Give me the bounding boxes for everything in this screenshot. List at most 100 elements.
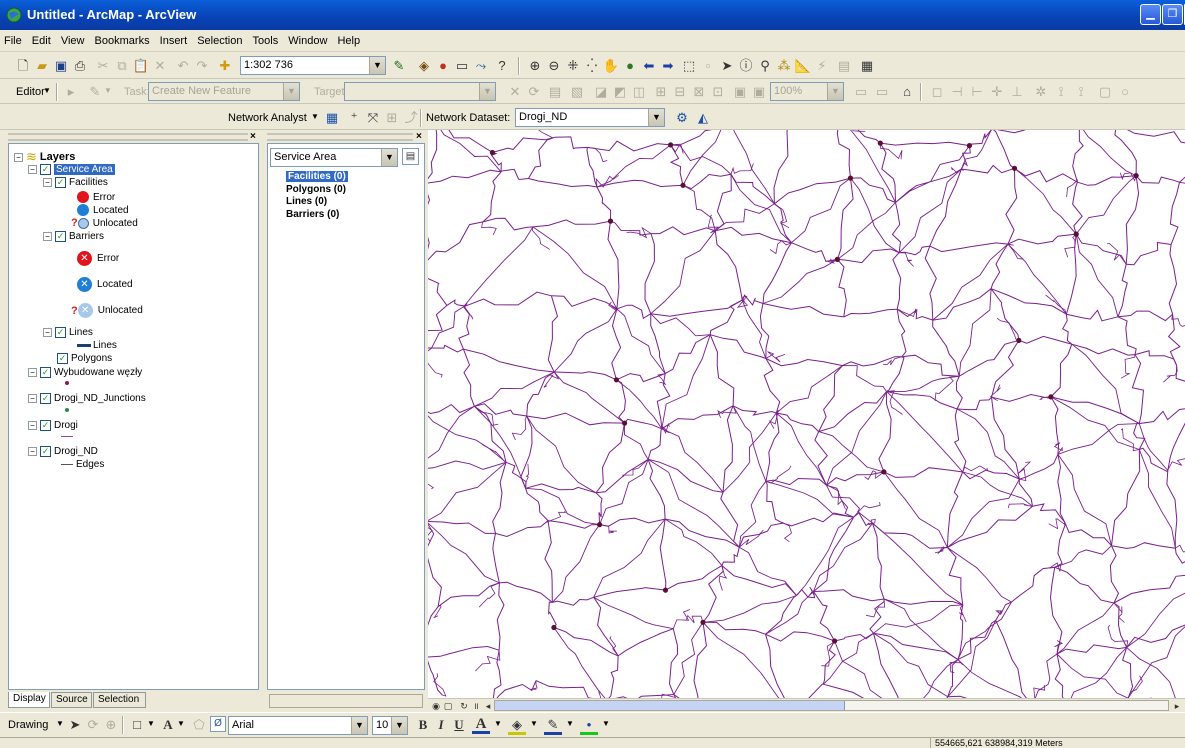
save-icon[interactable]: ▣ bbox=[52, 57, 70, 75]
rectangle-icon[interactable]: □ bbox=[128, 716, 146, 734]
built-node-point[interactable] bbox=[1016, 338, 1021, 343]
built-node-point[interactable] bbox=[848, 176, 853, 181]
menu-tools[interactable]: Tools bbox=[249, 30, 282, 47]
built-node-point[interactable] bbox=[680, 183, 685, 188]
edit-tool-icon[interactable]: ▸ bbox=[62, 83, 80, 101]
chevron-down-icon[interactable]: ▼ bbox=[566, 719, 574, 728]
open-folder-icon[interactable]: ▰ bbox=[33, 57, 51, 75]
build-network-icon[interactable]: ⚙ bbox=[673, 109, 691, 127]
collapse-icon[interactable]: − bbox=[43, 178, 52, 187]
arccatalog-icon[interactable]: ◈ bbox=[415, 57, 433, 75]
cogo-icon-9[interactable]: ▢ bbox=[1096, 83, 1114, 101]
whats-this-icon[interactable]: ? bbox=[493, 57, 511, 75]
toc-polygons-row[interactable]: ✓ Polygons bbox=[57, 353, 112, 364]
undo-icon[interactable]: ↶ bbox=[174, 57, 192, 75]
tab-selection[interactable]: Selection bbox=[93, 692, 146, 708]
toc-wybudowane-row[interactable]: − ✓ Wybudowane węzły bbox=[28, 367, 142, 378]
fill-color-icon[interactable]: ◈ bbox=[508, 716, 526, 735]
scrollbar-thumb[interactable] bbox=[495, 701, 845, 710]
toc-drogi-nd-row[interactable]: − ✓ Drogi_ND bbox=[28, 446, 98, 457]
find-binoculars-icon[interactable]: ⚲ bbox=[756, 57, 774, 75]
command-line-icon[interactable]: ▭ bbox=[453, 57, 471, 75]
georef-icon-1[interactable]: ⊞ bbox=[652, 83, 670, 101]
layer-checkbox[interactable]: ✓ bbox=[40, 393, 51, 404]
advanced-editing-icon[interactable]: ⌂ bbox=[898, 83, 916, 101]
menu-window[interactable]: Window bbox=[284, 30, 330, 47]
collapse-icon[interactable]: − bbox=[28, 368, 37, 377]
layout-whole-icon[interactable]: ▭ bbox=[873, 83, 891, 101]
model-builder-icon[interactable]: ⤳ bbox=[472, 57, 490, 75]
layer-checkbox[interactable]: ✓ bbox=[40, 420, 51, 431]
toc-lines-row[interactable]: − ✓ Lines bbox=[43, 327, 93, 338]
na-analysis-combo[interactable]: Service Area ▼ bbox=[270, 148, 398, 167]
built-node-point[interactable] bbox=[608, 219, 613, 224]
rotate-icon[interactable]: ⟳ bbox=[84, 716, 102, 734]
na-lines-item[interactable]: Lines (0) bbox=[286, 196, 348, 209]
built-node-point[interactable] bbox=[622, 421, 627, 426]
fixed-zoom-out-icon[interactable]: ⁛ bbox=[583, 57, 601, 75]
identify-icon[interactable]: ⓘ bbox=[737, 57, 755, 75]
cogo-icon-10[interactable]: ○ bbox=[1116, 83, 1134, 101]
network-identify-icon[interactable]: ◭ bbox=[694, 109, 712, 127]
hyperlink-icon[interactable]: ⚡ bbox=[813, 57, 831, 75]
network-dataset-combo[interactable]: Drogi_ND ▼ bbox=[515, 108, 665, 127]
layout-page-icon[interactable]: ▭ bbox=[852, 83, 870, 101]
delete-icon[interactable]: ✕ bbox=[151, 57, 169, 75]
built-node-point[interactable] bbox=[490, 150, 495, 155]
chevron-down-icon[interactable]: ▼ bbox=[283, 83, 299, 100]
cogo-icon-4[interactable]: ✛ bbox=[988, 83, 1006, 101]
sketch-pencil-icon[interactable]: ✎ bbox=[86, 83, 104, 101]
collapse-icon[interactable]: − bbox=[43, 232, 52, 241]
layer-checkbox[interactable]: ✓ bbox=[57, 353, 68, 364]
cogo-icon-5[interactable]: ⊥ bbox=[1008, 83, 1026, 101]
layout-icon-2[interactable]: ▣ bbox=[750, 83, 768, 101]
built-node-point[interactable] bbox=[551, 625, 556, 630]
directions-icon[interactable]: ⤴ bbox=[402, 109, 420, 127]
topology-icon-1[interactable]: ◪ bbox=[592, 83, 610, 101]
cut-icon[interactable]: ✂ bbox=[94, 57, 112, 75]
na-properties-icon[interactable]: ▤ bbox=[402, 148, 419, 165]
zoom-percent-combo[interactable]: 100% ▼ bbox=[770, 82, 844, 101]
split-tool-icon[interactable]: ✕ bbox=[506, 83, 524, 101]
map-scale-combo[interactable]: 1:302 736 ▼ bbox=[240, 56, 386, 75]
solve-grid-icon[interactable]: ⊞ bbox=[383, 109, 401, 127]
na-polygons-item[interactable]: Polygons (0) bbox=[286, 184, 348, 197]
tab-display[interactable]: Display bbox=[8, 692, 50, 708]
layer-checkbox[interactable]: ✓ bbox=[55, 327, 66, 338]
full-extent-icon[interactable]: ● bbox=[621, 57, 639, 75]
paste-icon[interactable]: 📋 bbox=[132, 57, 150, 75]
maximize-button[interactable]: ❐ bbox=[1162, 4, 1183, 25]
built-node-point[interactable] bbox=[668, 142, 673, 147]
tab-source[interactable]: Source bbox=[51, 692, 92, 708]
na-grip[interactable] bbox=[267, 133, 413, 141]
toc-grip[interactable] bbox=[8, 133, 248, 141]
edit-vertices-icon[interactable]: ⬠ bbox=[190, 716, 208, 734]
line-color-icon[interactable]: ✎ bbox=[544, 716, 562, 735]
na-facilities-item[interactable]: Facilities (0) bbox=[286, 171, 348, 182]
zoom-in-icon[interactable]: ⊕ bbox=[526, 57, 544, 75]
toc-service-area-row[interactable]: − ✓ Service Area bbox=[28, 164, 115, 175]
menu-help[interactable]: Help bbox=[333, 30, 363, 47]
collapse-icon[interactable]: − bbox=[28, 165, 37, 174]
layer-checkbox[interactable]: ✓ bbox=[55, 231, 66, 242]
new-document-icon[interactable]: 🗋 bbox=[14, 57, 32, 75]
new-text-icon[interactable]: A bbox=[159, 716, 177, 734]
chevron-down-icon[interactable]: ▼ bbox=[648, 109, 664, 126]
chevron-down-icon[interactable]: ▼ bbox=[147, 719, 155, 728]
time-slider-icon[interactable]: ▦ bbox=[858, 57, 876, 75]
add-data-icon[interactable]: ✚ bbox=[216, 57, 234, 75]
georef-icon-2[interactable]: ⊟ bbox=[671, 83, 689, 101]
menu-edit[interactable]: Edit bbox=[28, 30, 54, 47]
georef-icon-4[interactable]: ⊡ bbox=[709, 83, 727, 101]
select-elements-icon[interactable]: ➤ bbox=[718, 57, 736, 75]
cogo-icon-6[interactable]: ✲ bbox=[1032, 83, 1050, 101]
chevron-down-icon[interactable]: ▼ bbox=[391, 717, 407, 734]
copy-icon[interactable]: ⧉ bbox=[113, 57, 131, 75]
font-name-combo[interactable]: Arial ▼ bbox=[228, 716, 368, 735]
underline-button[interactable]: U bbox=[450, 716, 468, 734]
built-node-point[interactable] bbox=[1074, 232, 1079, 237]
chevron-down-icon[interactable]: ▼ bbox=[479, 83, 495, 100]
cogo-icon-8[interactable]: ⟟ bbox=[1072, 83, 1090, 101]
built-node-point[interactable] bbox=[663, 588, 668, 593]
built-node-point[interactable] bbox=[835, 257, 840, 262]
